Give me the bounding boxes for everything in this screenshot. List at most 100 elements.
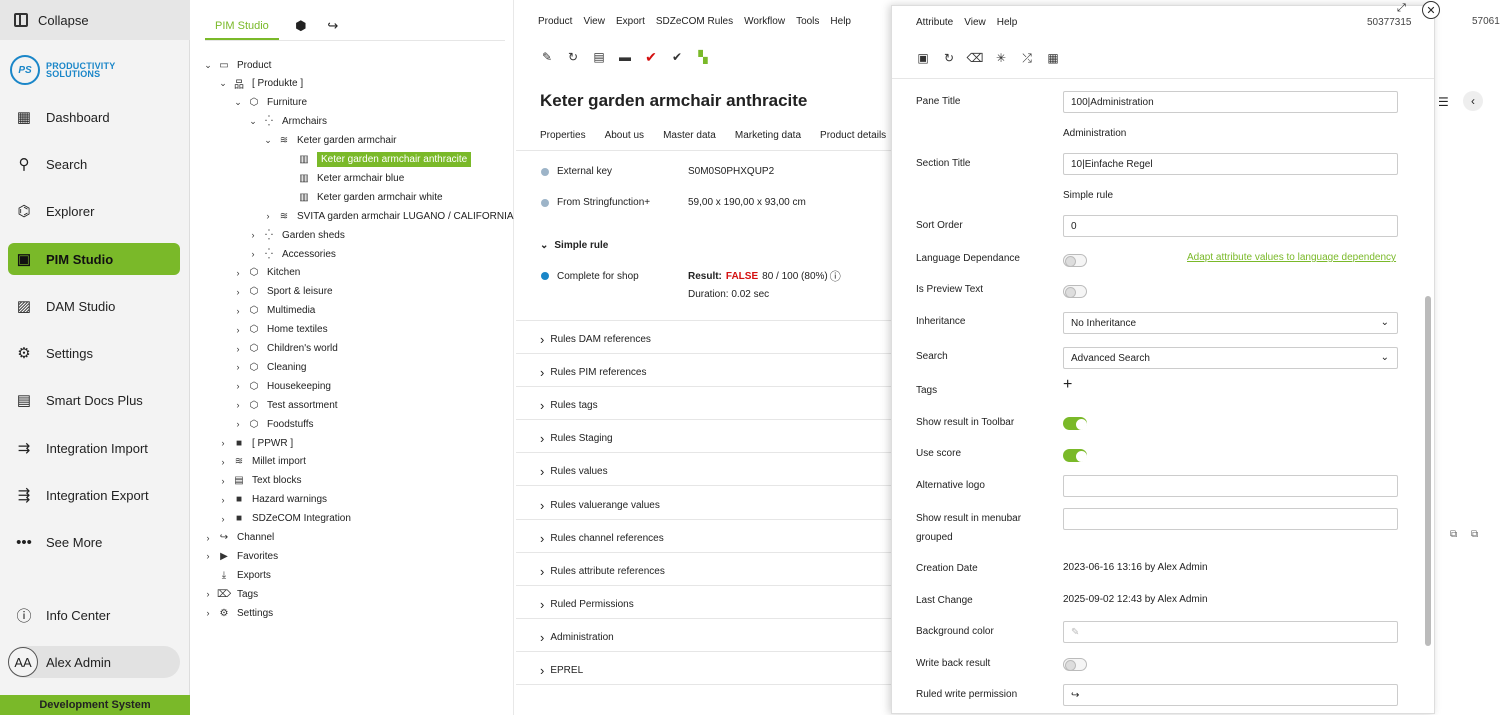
collapsible-section[interactable]: › Rules tags [540, 398, 598, 413]
chevron-icon[interactable]: › [218, 514, 228, 524]
tree-node[interactable]: ⌄ ▭ Product [203, 56, 271, 74]
sidebar-item-dam-studio[interactable]: ▨ DAM Studio [8, 290, 180, 322]
collapsible-section[interactable]: › Rules DAM references [540, 332, 651, 347]
inheritance-select[interactable]: No Inheritance ⌄ [1063, 312, 1398, 334]
product-tab[interactable]: Marketing data [735, 130, 801, 141]
refresh-icon[interactable]: ↻ [942, 51, 956, 65]
chevron-icon[interactable]: › [263, 211, 273, 221]
channel-icon[interactable]: ↪ [323, 18, 343, 34]
pane-title-input[interactable]: 100|Administration [1063, 91, 1398, 113]
tree-node[interactable]: › ⬡ Cleaning [233, 358, 307, 376]
collapsible-section[interactable]: › Rules attribute references [540, 564, 665, 579]
tree-node[interactable]: › ⬡ Housekeeping [233, 377, 331, 395]
chevron-icon[interactable]: › [203, 533, 213, 543]
tree-node[interactable]: › ⁛ Accessories [248, 245, 336, 263]
search-select[interactable]: Advanced Search ⌄ [1063, 347, 1398, 369]
tree-node[interactable]: ▥ Keter armchair blue [283, 169, 404, 187]
chevron-icon[interactable]: › [218, 438, 228, 448]
tree-node[interactable]: › ↪ Channel [203, 529, 275, 547]
tree-node[interactable]: › ⬡ Multimedia [233, 302, 316, 320]
show-toolbar-toggle[interactable] [1063, 417, 1087, 430]
chevron-icon[interactable]: › [248, 249, 258, 259]
sort-order-input[interactable]: 0 [1063, 215, 1398, 237]
copy-icon-2[interactable]: ⧉ [1471, 529, 1478, 540]
product-tab[interactable]: Product details [820, 130, 886, 141]
tree-node[interactable]: › ≋ Millet import [218, 453, 306, 471]
collapsible-section[interactable]: › Rules channel references [540, 531, 664, 546]
chevron-icon[interactable]: › [233, 419, 243, 429]
menu-item[interactable]: Tools [796, 16, 819, 27]
alt-logo-input[interactable] [1063, 475, 1398, 497]
sidebar-item-integration-import[interactable]: ⇉ Integration Import [8, 432, 180, 464]
tree-node[interactable]: › ■ [ PPWR ] [218, 434, 294, 452]
tab-pim-studio[interactable]: PIM Studio [205, 12, 279, 40]
chevron-left-icon[interactable]: ‹ [1463, 91, 1483, 111]
workflow-icon[interactable]: ▚ [696, 50, 710, 64]
sparkle-icon[interactable]: ✳ [994, 51, 1008, 65]
chevron-icon[interactable]: › [203, 589, 213, 599]
tree-node[interactable]: › ⚙ Settings [203, 604, 274, 622]
collapsible-section[interactable]: › Administration [540, 630, 614, 645]
menu-item[interactable]: Product [538, 16, 572, 27]
preview-toggle[interactable] [1063, 285, 1087, 298]
tree-node[interactable]: › ⌦ Tags [203, 585, 259, 603]
chevron-icon[interactable]: › [203, 608, 213, 618]
tree-node[interactable]: ⤓ Exports [203, 566, 271, 584]
product-tab[interactable]: Properties [540, 130, 586, 141]
chevron-icon[interactable]: › [233, 287, 243, 297]
copy-icon[interactable]: ⧉ [1450, 529, 1457, 540]
tree-node[interactable]: › ⬡ Children's world [233, 340, 338, 358]
menu-attribute[interactable]: Attribute [916, 17, 953, 28]
section-title-input[interactable]: 10|Einfache Regel [1063, 153, 1398, 175]
document-icon[interactable]: ▤ [592, 50, 606, 64]
product-tab[interactable]: Master data [663, 130, 716, 141]
chevron-icon[interactable]: ⌄ [203, 60, 213, 71]
collapsible-section[interactable]: › Ruled Permissions [540, 597, 634, 612]
use-score-toggle[interactable] [1063, 449, 1087, 462]
check-icon[interactable]: ✔ [670, 50, 684, 64]
collapsible-section[interactable]: › Rules Staging [540, 431, 613, 446]
filter-icon[interactable]: ☰ [1438, 95, 1449, 109]
sidebar-item-search[interactable]: ⚲ Search [8, 148, 180, 180]
sidebar-item-dashboard[interactable]: ▦ Dashboard [8, 101, 180, 133]
chevron-icon[interactable]: › [233, 400, 243, 410]
collapsible-section[interactable]: › Rules valuerange values [540, 498, 660, 513]
chevron-icon[interactable]: › [248, 230, 258, 240]
tree-node[interactable]: › ⬡ Test assortment [233, 396, 338, 414]
tree-node[interactable]: › ■ SDZeCOM Integration [218, 510, 351, 528]
sidebar-item-settings[interactable]: ⚙ Settings [8, 337, 180, 369]
collapsible-section[interactable]: › Rules values [540, 464, 608, 479]
tree-node[interactable]: ⌄ ≋ Keter garden armchair [263, 132, 396, 150]
menubar-input[interactable] [1063, 508, 1398, 530]
chevron-icon[interactable]: › [203, 551, 213, 561]
close-icon[interactable]: ✕ [1422, 1, 1440, 19]
sidebar-item-see-more[interactable]: ••• See More [8, 526, 180, 558]
tree-node[interactable]: ▥ Keter garden armchair anthracite [283, 151, 472, 169]
tree-node[interactable]: ⌄ ⬡ Furniture [233, 94, 307, 112]
chevron-icon[interactable]: › [233, 325, 243, 335]
chevron-icon[interactable]: › [233, 268, 243, 278]
menu-item[interactable]: Workflow [744, 16, 785, 27]
info-icon[interactable]: ⓘ [830, 268, 841, 284]
tree-node[interactable]: › ≋ SVITA garden armchair LUGANO / CALIFOR… [263, 207, 514, 225]
save-icon[interactable]: ▣ [916, 51, 930, 65]
simple-rule-header[interactable]: ⌄ Simple rule [540, 240, 608, 251]
tree-node[interactable]: ▥ Keter garden armchair white [283, 188, 442, 206]
user-menu[interactable]: AA Alex Admin [8, 646, 180, 678]
menu-item[interactable]: SDZeCOM Rules [656, 16, 733, 27]
collapse-button[interactable]: Collapse [0, 0, 190, 40]
tree-node[interactable]: › ■ Hazard warnings [218, 491, 328, 509]
expand-icon[interactable]: ⤢ [1397, 2, 1406, 15]
clear-icon[interactable]: ⌫ [967, 51, 984, 65]
briefcase-icon[interactable]: ▬ [618, 50, 632, 64]
menu-item[interactable]: Help [830, 16, 851, 27]
status-red-icon[interactable]: ✔ [644, 49, 658, 65]
menu-view[interactable]: View [964, 17, 986, 28]
edit-icon[interactable]: ✎ [540, 50, 554, 64]
chevron-icon[interactable]: › [218, 476, 228, 486]
tree-node[interactable]: › ⬡ Foodstuffs [233, 415, 314, 433]
tree-node[interactable]: ⌄ ⁛ Armchairs [248, 113, 327, 131]
sidebar-item-explorer[interactable]: ⌬ Explorer [8, 195, 180, 227]
chevron-icon[interactable]: › [233, 362, 243, 372]
tree-node[interactable]: ⌄ 品 [ Produkte ] [218, 75, 303, 93]
